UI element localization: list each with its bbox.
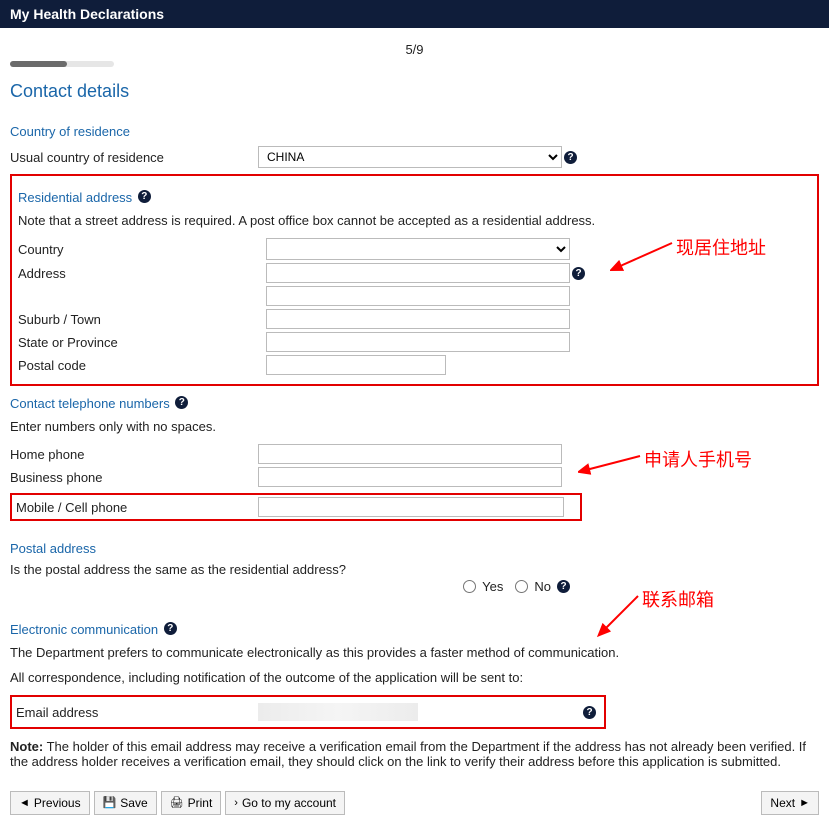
- state-input[interactable]: [266, 332, 570, 352]
- save-button[interactable]: 💾 Save: [94, 791, 157, 815]
- chevron-left-icon: ◄: [19, 798, 30, 809]
- residential-address-box: Residential address ? Note that a street…: [10, 174, 819, 386]
- country-of-residence-heading: Country of residence: [10, 124, 130, 139]
- state-label: State or Province: [18, 335, 266, 350]
- help-icon[interactable]: ?: [583, 706, 596, 719]
- address-input-2[interactable]: [266, 286, 570, 306]
- previous-button-label: Previous: [34, 796, 81, 810]
- postal-label: Postal code: [18, 358, 266, 373]
- help-icon[interactable]: ?: [572, 267, 585, 280]
- electronic-line2: All correspondence, including notificati…: [10, 670, 819, 685]
- footer-right-group: Next ►: [761, 791, 819, 815]
- progress-bar: [10, 61, 114, 67]
- business-phone-label: Business phone: [10, 470, 258, 485]
- residential-address-note: Note that a street address is required. …: [18, 213, 811, 228]
- suburb-input[interactable]: [266, 309, 570, 329]
- floppy-icon: 💾: [103, 798, 117, 809]
- previous-button[interactable]: ◄ Previous: [10, 791, 90, 815]
- usual-country-select[interactable]: CHINA: [258, 146, 562, 168]
- page-body: 5/9 Contact details Country of residence…: [0, 28, 829, 785]
- save-button-label: Save: [120, 796, 147, 810]
- title-bar: My Health Declarations: [0, 0, 829, 28]
- help-icon[interactable]: ?: [164, 622, 177, 635]
- print-button[interactable]: 🖨 Print: [161, 791, 222, 815]
- telephone-note: Enter numbers only with no spaces.: [10, 419, 819, 434]
- residential-address-heading: Residential address: [18, 190, 132, 205]
- mobile-phone-label: Mobile / Cell phone: [16, 500, 258, 515]
- country-of-residence-section: Country of residence Usual country of re…: [10, 114, 819, 168]
- email-redacted: [258, 703, 418, 721]
- address-input-1[interactable]: [266, 263, 570, 283]
- go-to-account-label: Go to my account: [242, 796, 336, 810]
- email-box: Email address ?: [10, 695, 606, 729]
- email-note-body: The holder of this email address may rec…: [10, 739, 806, 769]
- help-icon[interactable]: ?: [564, 151, 577, 164]
- email-label: Email address: [16, 705, 258, 720]
- postal-address-heading: Postal address: [10, 541, 96, 556]
- email-note-label: Note:: [10, 739, 43, 754]
- help-icon[interactable]: ?: [138, 190, 151, 203]
- telephone-heading: Contact telephone numbers: [10, 396, 170, 411]
- print-button-label: Print: [188, 796, 213, 810]
- progress-fill: [10, 61, 67, 67]
- step-indicator: 5/9: [10, 36, 819, 61]
- next-button-label: Next: [770, 796, 795, 810]
- chevron-right-icon: ►: [799, 798, 810, 809]
- postal-input[interactable]: [266, 355, 446, 375]
- usual-country-label: Usual country of residence: [10, 150, 258, 165]
- country-select[interactable]: [266, 238, 570, 260]
- business-phone-input[interactable]: [258, 467, 562, 487]
- help-icon[interactable]: ?: [557, 580, 570, 593]
- electronic-line1: The Department prefers to communicate el…: [10, 645, 819, 660]
- suburb-label: Suburb / Town: [18, 312, 266, 327]
- postal-yes-radio[interactable]: [463, 580, 476, 593]
- footer-left-group: ◄ Previous 💾 Save 🖨 Print › Go to my acc…: [10, 791, 345, 815]
- email-note: Note: The holder of this email address m…: [10, 739, 819, 769]
- postal-yes-label: Yes: [482, 579, 503, 594]
- postal-radio-row: Yes No ?: [10, 579, 570, 594]
- country-label: Country: [18, 242, 266, 257]
- go-to-account-button[interactable]: › Go to my account: [225, 791, 345, 815]
- telephone-section: Contact telephone numbers ? Enter number…: [10, 386, 819, 487]
- contact-details-heading: Contact details: [10, 81, 819, 102]
- chevron-right-icon: ›: [234, 798, 238, 809]
- footer-bar: ◄ Previous 💾 Save 🖨 Print › Go to my acc…: [0, 785, 829, 827]
- app-title: My Health Declarations: [10, 6, 164, 22]
- home-phone-input[interactable]: [258, 444, 562, 464]
- usual-country-row: Usual country of residence CHINA ?: [10, 146, 819, 168]
- electronic-heading: Electronic communication: [10, 622, 158, 637]
- home-phone-label: Home phone: [10, 447, 258, 462]
- postal-no-radio[interactable]: [515, 580, 528, 593]
- mobile-phone-input[interactable]: [258, 497, 564, 517]
- printer-icon: 🖨: [170, 798, 184, 809]
- postal-address-question: Is the postal address the same as the re…: [10, 562, 819, 577]
- next-button[interactable]: Next ►: [761, 791, 819, 815]
- postal-no-label: No: [534, 579, 551, 594]
- help-icon[interactable]: ?: [175, 396, 188, 409]
- mobile-phone-box: Mobile / Cell phone: [10, 493, 582, 521]
- electronic-section: Electronic communication ? The Departmen…: [10, 612, 819, 685]
- address-label: Address: [18, 266, 266, 281]
- postal-address-section: Postal address Is the postal address the…: [10, 531, 819, 594]
